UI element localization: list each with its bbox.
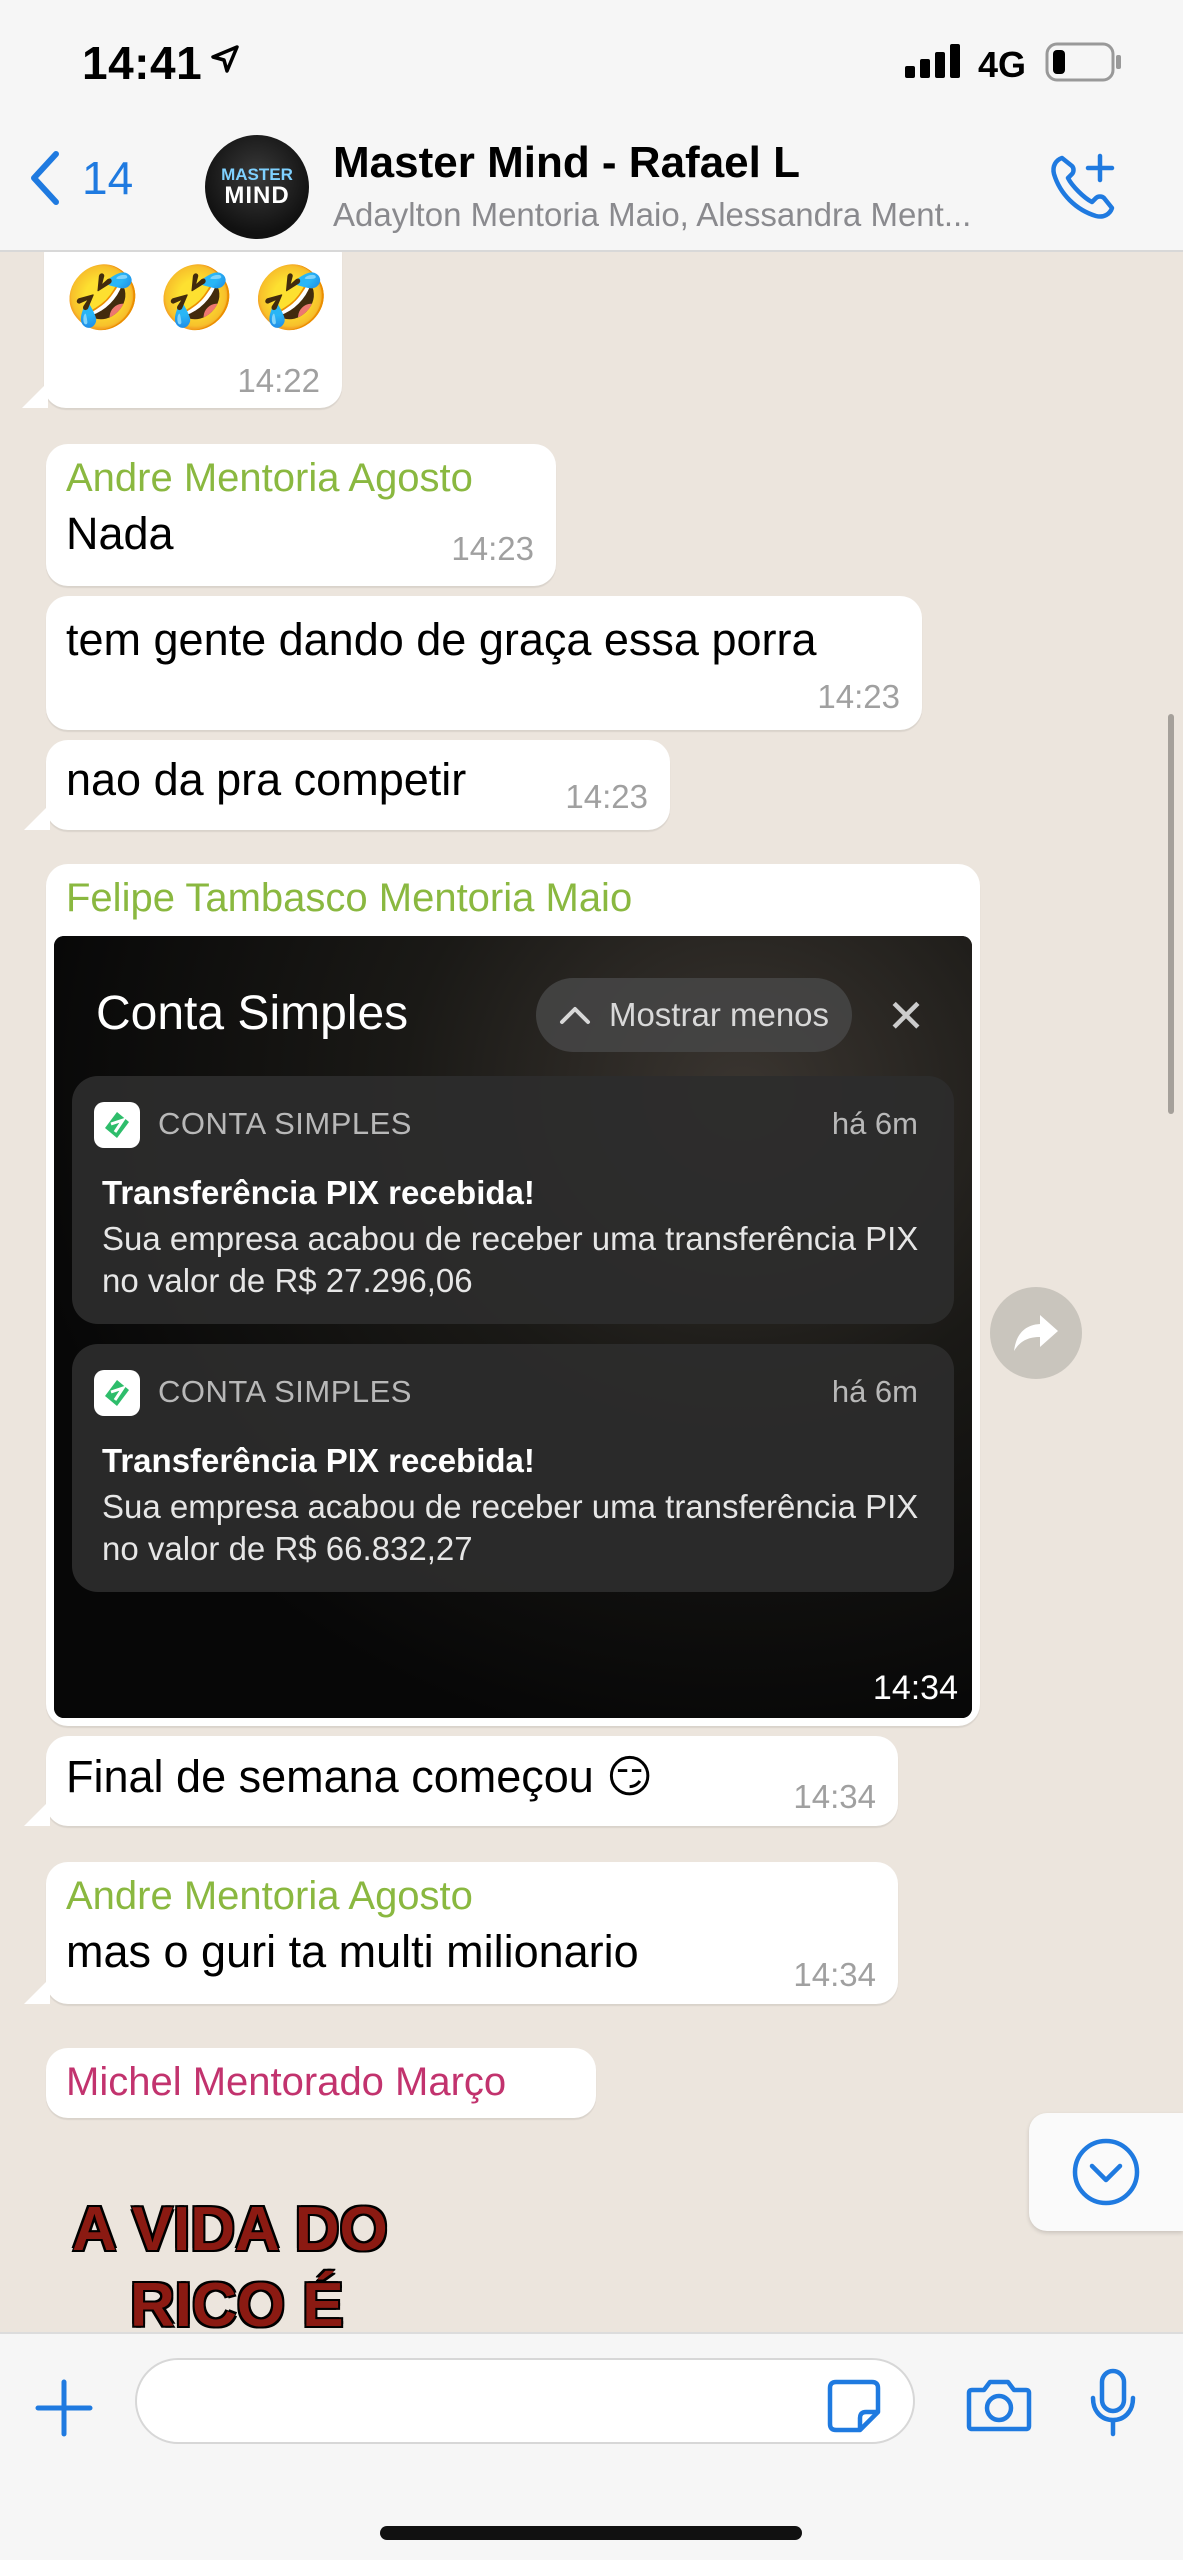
- add-call-button[interactable]: [1048, 152, 1118, 227]
- show-less-label: Mostrar menos: [608, 996, 830, 1033]
- sticker-text-line2: RICO É: [130, 2271, 344, 2332]
- header-bar: 14:41 4G 14 MASTER MIND Master Mind - Ra…: [0, 0, 1183, 252]
- sender-name[interactable]: Felipe Tambasco Mentoria Maio: [66, 876, 632, 921]
- chat-title[interactable]: Master Mind - Rafael L: [333, 138, 800, 188]
- app-logo-icon: [94, 1102, 140, 1148]
- bubble-tail: [24, 1800, 50, 1826]
- notification-app-name: CONTA SIMPLES: [158, 1106, 412, 1141]
- unread-count: 14: [82, 152, 134, 204]
- message-time: 14:23: [817, 678, 900, 715]
- message-input[interactable]: [135, 2358, 915, 2444]
- avatar-text-main: MIND: [224, 182, 290, 209]
- notification-app-name: CONTA SIMPLES: [158, 1374, 412, 1409]
- image-background: [54, 936, 972, 1718]
- notification-age: há 6m: [831, 1374, 918, 1409]
- sticker-text-line1: A VIDA DO: [72, 2195, 388, 2264]
- back-button[interactable]: 14: [30, 150, 133, 206]
- message-time: 14:23: [565, 778, 648, 815]
- message-bubble[interactable]: Andre Mentoria Agosto mas o guri ta mult…: [46, 1862, 898, 2004]
- chat-area[interactable]: 🤣 🤣 🤣 14:22 Andre Mentoria Agosto Nada 1…: [0, 252, 1183, 2332]
- scroll-to-bottom-button[interactable]: [1029, 2113, 1183, 2231]
- message-bubble[interactable]: nao da pra competir 14:23: [46, 740, 670, 830]
- location-arrow-icon: [211, 45, 239, 73]
- camera-button[interactable]: [966, 2376, 1032, 2437]
- message-time: 14:34: [793, 1778, 876, 1815]
- network-label: 4G: [978, 44, 1027, 85]
- message-text: Final de semana começou 😏: [66, 1751, 654, 1802]
- message-time: 14:34: [793, 1956, 876, 1993]
- message-bubble[interactable]: Andre Mentoria Agosto Nada 14:23: [46, 444, 556, 586]
- bubble-tail: [24, 1978, 50, 2004]
- sender-name[interactable]: Andre Mentoria Agosto: [66, 456, 473, 501]
- notification-card: CONTA SIMPLES há 6m Transferência PIX re…: [72, 1076, 954, 1324]
- message-bubble[interactable]: 🤣 🤣 🤣 14:22: [44, 252, 342, 408]
- status-time: 14:41: [82, 37, 203, 89]
- close-icon: ✕: [886, 990, 926, 1042]
- message-time: 14:34: [872, 1669, 958, 1707]
- bubble-tail: [24, 804, 50, 830]
- sticker-button[interactable]: [826, 2378, 882, 2439]
- message-time: 14:23: [451, 530, 534, 567]
- forward-button[interactable]: [990, 1287, 1082, 1379]
- microphone-icon: [1090, 2368, 1136, 2437]
- composer-bar: [0, 2332, 1183, 2560]
- sender-name[interactable]: Andre Mentoria Agosto: [66, 1874, 473, 1919]
- scrollbar[interactable]: [1168, 714, 1174, 1114]
- chevron-down-circle-icon: [1072, 2138, 1140, 2206]
- notification-age: há 6m: [831, 1106, 918, 1141]
- sticker-icon: [827, 2379, 881, 2433]
- group-avatar[interactable]: MASTER MIND: [205, 135, 309, 239]
- plus-icon: [35, 2379, 93, 2437]
- forward-icon: [1014, 1315, 1058, 1351]
- chevron-left-icon: [31, 151, 59, 205]
- attach-button[interactable]: [34, 2378, 94, 2443]
- notification-body: Sua empresa acabou de receber uma transf…: [102, 1488, 919, 1567]
- image-attachment[interactable]: Conta Simples Mostrar menos ✕ CONTA SIMP…: [54, 936, 972, 1718]
- signal-icon: [905, 44, 960, 78]
- notification-title: Transferência PIX recebida!: [102, 1442, 535, 1479]
- message-time: 14:22: [237, 362, 320, 399]
- message-bubble[interactable]: Final de semana começou 😏 14:34: [46, 1736, 898, 1826]
- sender-name[interactable]: Michel Mentorado Março: [66, 2060, 506, 2105]
- notification-body: Sua empresa acabou de receber uma transf…: [102, 1220, 919, 1299]
- image-app-title: Conta Simples: [96, 987, 409, 1040]
- phone-plus-icon: [1051, 153, 1115, 219]
- message-text: 🤣 🤣 🤣: [64, 264, 331, 333]
- show-less-button: Mostrar menos: [536, 978, 852, 1052]
- app-logo-icon: [94, 1370, 140, 1416]
- message-text: mas o guri ta multi milionario: [66, 1926, 639, 1977]
- message-text: tem gente dando de graça essa porra: [66, 614, 817, 665]
- chat-subtitle[interactable]: Adaylton Mentoria Maio, Alessandra Ment.…: [333, 196, 1033, 234]
- chevron-up-icon: [559, 1007, 590, 1024]
- message-bubble[interactable]: tem gente dando de graça essa porra 14:2…: [46, 596, 922, 730]
- sticker-message[interactable]: A VIDA DO RICO É: [72, 2192, 388, 2332]
- sender-tag-bubble[interactable]: Michel Mentorado Março: [46, 2048, 596, 2118]
- notification-title: Transferência PIX recebida!: [102, 1174, 535, 1211]
- home-indicator[interactable]: [380, 2526, 802, 2540]
- message-text: nao da pra competir: [66, 754, 467, 805]
- notification-card: CONTA SIMPLES há 6m Transferência PIX re…: [72, 1344, 954, 1592]
- message-text: Nada: [66, 508, 174, 559]
- battery-icon: [1045, 42, 1121, 82]
- microphone-button[interactable]: [1088, 2368, 1138, 2443]
- camera-icon: [966, 2379, 1032, 2432]
